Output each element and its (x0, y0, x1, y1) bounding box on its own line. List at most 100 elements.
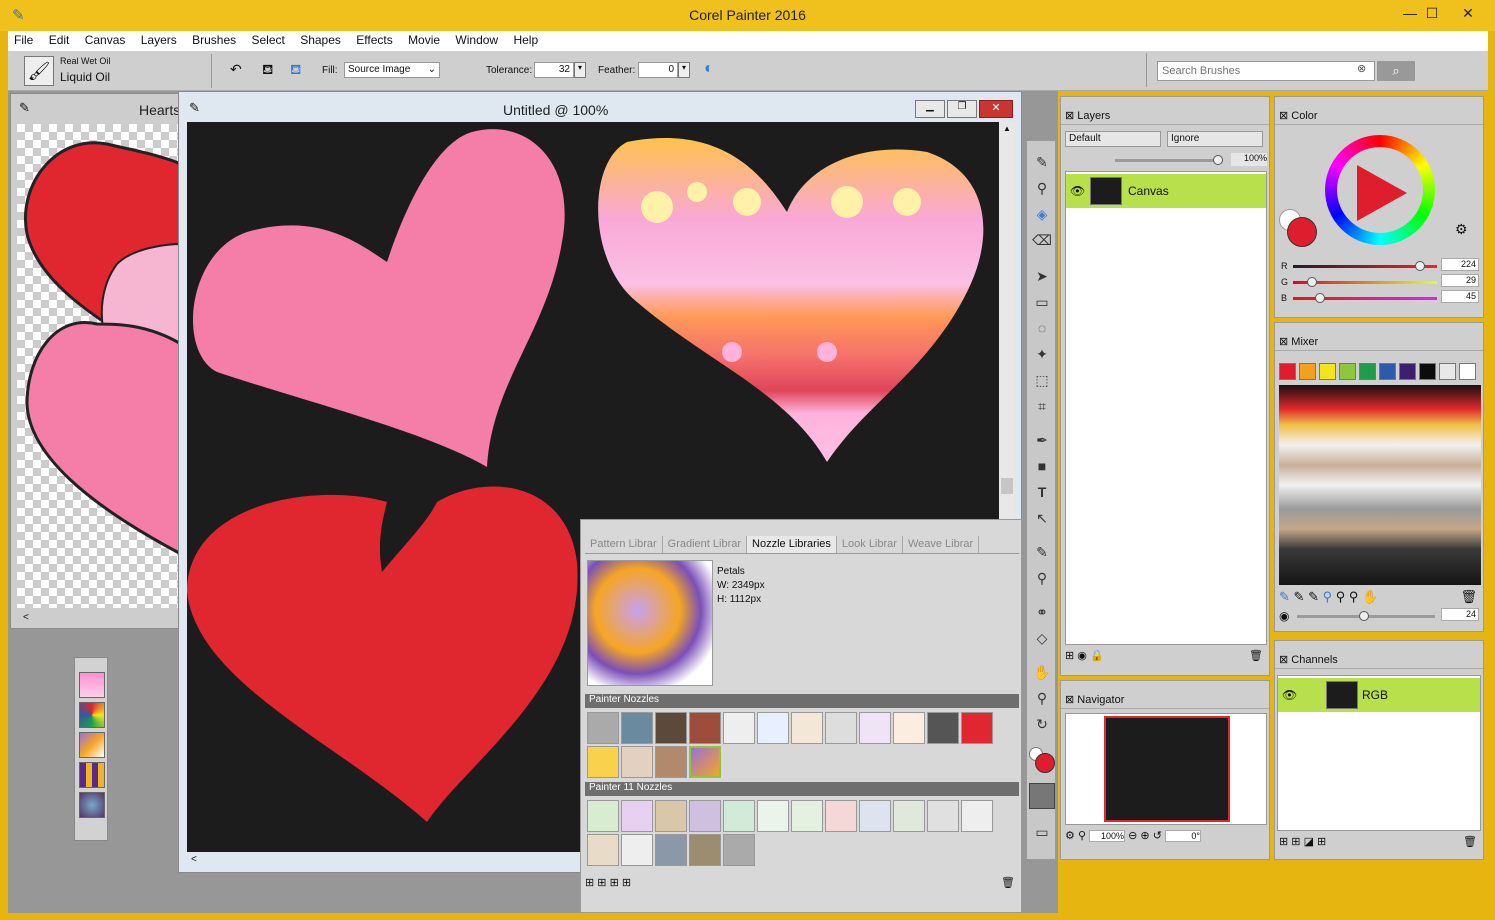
color-harmony-icon[interactable]: ⚙ (1455, 221, 1468, 238)
apply-color-icon[interactable]: ✎ (1294, 589, 1305, 604)
pen-tool-icon[interactable]: ✒ (1031, 429, 1053, 451)
doc-close-button[interactable]: ✕ (979, 100, 1013, 118)
group-painter-nozzles[interactable]: Painter Nozzles (585, 694, 1019, 708)
nozzle-thumb[interactable] (587, 712, 619, 744)
fill-select[interactable]: Source Image ⌄ (344, 62, 440, 78)
dirty-brush-icon[interactable]: ✎ (1279, 589, 1290, 604)
export-library-icon[interactable]: ⊞ (597, 877, 606, 889)
palette-petals-swatch[interactable] (79, 732, 105, 758)
reset-tool-icon[interactable]: ↶ (230, 61, 242, 78)
tab-pattern-libraries[interactable]: Pattern Librar (585, 536, 663, 553)
nozzle-thumb[interactable] (927, 712, 959, 744)
nozzle-thumb[interactable] (621, 800, 653, 832)
nozzle-thumb[interactable] (859, 800, 891, 832)
brush-selector[interactable]: 🖌 Real Wet Oil Liquid Oil (22, 54, 212, 88)
nozzle-thumb[interactable] (655, 712, 687, 744)
sample-multiple-icon[interactable]: ⚲ (1336, 589, 1346, 604)
menu-layers[interactable]: Layers (135, 31, 183, 47)
layer-row-canvas[interactable]: 👁 Canvas (1066, 174, 1266, 208)
nozzle-thumb[interactable] (825, 800, 857, 832)
nozzle-thumb[interactable] (655, 834, 687, 866)
perspective-tool-icon[interactable]: ◇ (1031, 627, 1053, 649)
tab-weave-libraries[interactable]: Weave Librar (903, 536, 980, 553)
tab-nozzle-libraries[interactable]: Nozzle Libraries (747, 536, 837, 553)
hearts-canvas[interactable] (17, 124, 181, 608)
nozzle-thumb[interactable] (689, 712, 721, 744)
menu-shapes[interactable]: Shapes (294, 31, 347, 47)
nozzle-thumb[interactable] (655, 800, 687, 832)
nozzle-thumb[interactable] (621, 746, 653, 778)
zoom-icon[interactable]: ⚲ (1349, 589, 1359, 604)
feather-field[interactable]: 0 (638, 62, 678, 78)
nozzle-thumb[interactable] (791, 712, 823, 744)
import-library-icon[interactable]: ⊞ (585, 877, 594, 889)
grabber-tool-icon[interactable]: ✋ (1031, 661, 1053, 683)
rectangle-shape-tool-icon[interactable]: ■ (1031, 455, 1053, 477)
nozzle-thumb[interactable] (723, 712, 755, 744)
nozzle-thumb[interactable] (757, 712, 789, 744)
nozzle-thumb-selected[interactable] (689, 746, 721, 778)
g-slider[interactable] (1293, 277, 1437, 287)
main-color-circle[interactable] (1287, 217, 1317, 247)
nozzle-thumb[interactable] (587, 800, 619, 832)
lasso-tool-icon[interactable]: ◌ (1031, 317, 1053, 339)
mixer-swatch[interactable] (1399, 363, 1416, 380)
cloner-tool-icon[interactable]: ✎ (1031, 541, 1053, 563)
fill-mode-icon[interactable]: ⛾ (290, 61, 301, 80)
sample-color-icon[interactable]: ⚲ (1323, 589, 1333, 604)
scroll-thumb[interactable] (1001, 478, 1013, 494)
shape-selection-tool-icon[interactable]: ↖ (1031, 507, 1053, 529)
opacity-value[interactable]: 100% (1231, 153, 1267, 166)
nozzle-thumb[interactable] (859, 712, 891, 744)
r-field[interactable]: 224 (1441, 258, 1479, 271)
menu-help[interactable]: Help (507, 31, 544, 47)
menu-file[interactable]: File (8, 31, 39, 47)
mixer-swatch[interactable] (1279, 363, 1296, 380)
lock-layer-icon[interactable]: 🔒 (1090, 650, 1104, 662)
nozzle-thumb[interactable] (655, 746, 687, 778)
mixer-swatch[interactable] (1439, 363, 1456, 380)
crop-tool-icon[interactable]: ⌗ (1031, 395, 1053, 417)
eraser-tool-icon[interactable]: ⌫ (1031, 229, 1053, 251)
text-tool-icon[interactable]: T (1031, 481, 1053, 503)
brush-size-slider[interactable] (1297, 611, 1435, 621)
nozzle-thumb[interactable] (689, 800, 721, 832)
close-panel-icon[interactable]: ⊠ (1065, 694, 1074, 706)
clear-search-icon[interactable]: ⊗ (1357, 62, 1366, 75)
menu-effects[interactable]: Effects (350, 31, 398, 47)
nozzle-thumb[interactable] (689, 834, 721, 866)
load-selection-icon[interactable]: ⊞ (1279, 836, 1288, 848)
nozzle-thumb[interactable] (621, 834, 653, 866)
mixer-swatch[interactable] (1299, 363, 1316, 380)
nozzle-thumb[interactable] (961, 800, 993, 832)
save-selection-icon[interactable]: ⊞ (1291, 836, 1300, 848)
screen-mode-icon[interactable]: ▭ (1031, 821, 1053, 843)
group-painter-11-nozzles[interactable]: Painter 11 Nozzles (585, 782, 1019, 796)
nozzle-thumb[interactable] (893, 712, 925, 744)
nozzle-thumb[interactable] (757, 800, 789, 832)
menu-select[interactable]: Select (246, 31, 291, 47)
layer-mask-icon[interactable]: ◉ (1077, 650, 1087, 662)
zoom-field[interactable]: 100% (1089, 830, 1126, 842)
antialias-icon[interactable]: ◐ (704, 60, 714, 78)
close-panel-icon[interactable]: ⊠ (1065, 110, 1074, 122)
close-panel-icon[interactable]: ⊠ (1279, 336, 1288, 348)
composite-depth-select[interactable]: Ignore (1167, 131, 1263, 147)
menu-movie[interactable]: Movie (402, 31, 446, 47)
magnifier-icon[interactable]: ⚲ (1078, 830, 1086, 842)
close-button[interactable]: ✕ (1446, 2, 1490, 24)
g-field[interactable]: 29 (1441, 274, 1479, 287)
scroll-up-icon[interactable]: ▲ (1003, 124, 1011, 133)
hearts-scroll-left-icon[interactable]: < (23, 612, 29, 623)
menu-brushes[interactable]: Brushes (186, 31, 242, 47)
navigator-preview[interactable] (1065, 713, 1267, 825)
mixer-swatch[interactable] (1339, 363, 1356, 380)
palette-rainbow-swatch[interactable] (79, 702, 105, 728)
search-button[interactable]: ⌕ (1377, 61, 1415, 81)
composite-method-select[interactable]: Default (1065, 131, 1161, 147)
magnifier-tool-icon[interactable]: ⚲ (1031, 687, 1053, 709)
mixer-swatch[interactable] (1319, 363, 1336, 380)
trash-icon[interactable]: 🗑 (1001, 876, 1015, 889)
invert-channel-icon[interactable]: ◪ (1304, 836, 1314, 848)
rotate-icon[interactable]: ↺ (1153, 830, 1162, 842)
